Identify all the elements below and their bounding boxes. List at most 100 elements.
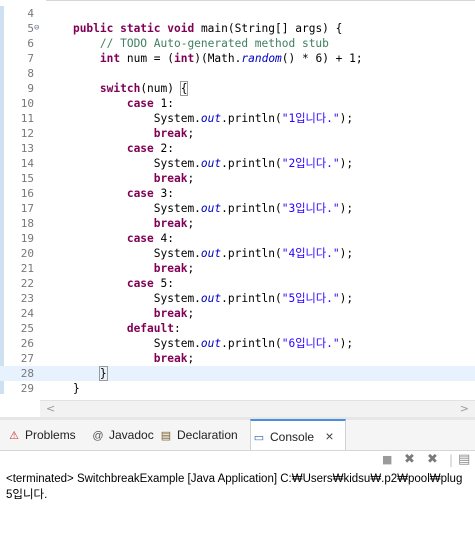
code-token: case bbox=[126, 187, 154, 200]
editor-top-border bbox=[46, 0, 475, 5]
code-token: out bbox=[200, 247, 222, 260]
line-number: 22 bbox=[20, 277, 34, 290]
code-line[interactable]: 15 break; bbox=[0, 171, 475, 186]
code-line[interactable]: 16 case 3: bbox=[0, 186, 475, 201]
code-token: ; bbox=[187, 262, 195, 275]
code-line[interactable]: 4 bbox=[0, 6, 475, 21]
code-token: } bbox=[46, 382, 80, 395]
clear-console-icon[interactable]: ▤ bbox=[458, 451, 470, 469]
code-line[interactable]: 23 System.out.println("5입니다."); bbox=[0, 291, 475, 306]
code-line[interactable]: 6 // TODO Auto-generated method stub bbox=[0, 36, 475, 51]
code-line[interactable]: 10 case 1: bbox=[0, 96, 475, 111]
code-line[interactable]: 29 } bbox=[0, 381, 475, 396]
code-token: (num) bbox=[140, 82, 181, 95]
code-line[interactable]: 21 break; bbox=[0, 261, 475, 276]
remove-all-terminated-icon[interactable]: ✖ bbox=[427, 451, 438, 469]
code-line[interactable]: 5 ⊖ public static void main(String[] args… bbox=[0, 21, 475, 36]
code-token: break bbox=[153, 262, 188, 275]
code-token: () * 6) + 1; bbox=[281, 52, 363, 65]
line-number: 25 bbox=[20, 322, 34, 335]
line-number: 7 bbox=[27, 52, 34, 65]
scroll-right-icon[interactable]: > bbox=[460, 401, 469, 417]
line-number: 10 bbox=[20, 97, 34, 110]
tab-label: Javadoc bbox=[109, 428, 154, 442]
code-line[interactable]: 19 case 4: bbox=[0, 231, 475, 246]
code-text: System.out.println("5입니다."); bbox=[46, 291, 353, 306]
line-number: 28 bbox=[20, 367, 34, 380]
code-token: "5입니다." bbox=[281, 292, 340, 305]
code-text: case 3: bbox=[46, 186, 174, 201]
tab-javadoc[interactable]: @ Javadoc bbox=[90, 420, 156, 450]
code-text: case 2: bbox=[46, 141, 174, 156]
code-token: System. bbox=[46, 157, 201, 170]
code-token: .println( bbox=[221, 202, 282, 215]
code-token: break bbox=[153, 172, 188, 185]
fold-collapse-icon[interactable]: ⊖ bbox=[34, 21, 39, 36]
code-line[interactable]: 9 switch(num) { bbox=[0, 81, 475, 96]
code-line[interactable]: 24 break; bbox=[0, 306, 475, 321]
bottom-panel-tabs: ⚠ Problems @ Javadoc ▤ Declaration ▭ Console… bbox=[0, 419, 475, 451]
code-line[interactable]: 8 bbox=[0, 66, 475, 81]
code-token: break bbox=[153, 217, 188, 230]
code-token: // TODO Auto-generated method stub bbox=[99, 37, 329, 50]
toolbar-separator: | bbox=[449, 453, 454, 467]
tab-problems[interactable]: ⚠ Problems bbox=[6, 420, 86, 450]
code-line[interactable]: 13 case 2: bbox=[0, 141, 475, 156]
code-token: default bbox=[126, 322, 174, 335]
code-token: 4: bbox=[153, 232, 174, 245]
code-line[interactable]: 14 System.out.println("2입니다."); bbox=[0, 156, 475, 171]
code-line[interactable]: 26 System.out.println("6입니다."); bbox=[0, 336, 475, 351]
code-line[interactable]: 25 default: bbox=[0, 321, 475, 336]
console-toolbar: ■ ✖ ✖ | ▤ bbox=[0, 451, 475, 469]
line-number: 15 bbox=[20, 172, 34, 185]
code-line[interactable]: 20 System.out.println("4입니다."); bbox=[0, 246, 475, 261]
code-token: 2: bbox=[153, 142, 174, 155]
terminate-icon[interactable]: ■ bbox=[382, 451, 392, 469]
code-token: ; bbox=[187, 352, 195, 365]
horizontal-scrollbar[interactable]: < > bbox=[40, 400, 475, 417]
console-output[interactable]: <terminated> SwitchbreakExample [Java Ap… bbox=[0, 469, 475, 555]
code-token: main(String[] args) { bbox=[194, 22, 343, 35]
line-number: 19 bbox=[20, 232, 34, 245]
code-line[interactable]: 22 case 5: bbox=[0, 276, 475, 291]
line-number: 24 bbox=[20, 307, 34, 320]
code-token: ; bbox=[187, 217, 195, 230]
at-icon: @ bbox=[92, 430, 104, 442]
code-text: System.out.println("6입니다."); bbox=[46, 336, 353, 351]
code-token: "6입니다." bbox=[281, 337, 340, 350]
line-number: 16 bbox=[20, 187, 34, 200]
code-line[interactable]: 17 System.out.println("3입니다."); bbox=[0, 201, 475, 216]
code-text: case 5: bbox=[46, 276, 174, 291]
close-icon[interactable]: × bbox=[325, 428, 333, 444]
line-number: 12 bbox=[20, 127, 34, 140]
tab-declaration[interactable]: ▤ Declaration bbox=[158, 420, 248, 450]
remove-launch-icon[interactable]: ✖ bbox=[404, 451, 415, 469]
code-editor[interactable]: 4 5 ⊖ public static void main(String[] arg… bbox=[0, 0, 475, 400]
code-text: System.out.println("3입니다."); bbox=[46, 201, 353, 216]
code-token: break bbox=[153, 352, 188, 365]
current-code-line[interactable]: 28 } bbox=[0, 366, 475, 381]
code-token: out bbox=[200, 112, 222, 125]
code-line[interactable]: 12 break; bbox=[0, 126, 475, 141]
code-line[interactable]: 7 int num = (int)(Math.random() * 6) + 1… bbox=[0, 51, 475, 66]
scroll-left-icon[interactable]: < bbox=[46, 401, 55, 417]
code-line[interactable]: 18 break; bbox=[0, 216, 475, 231]
code-token: int bbox=[99, 52, 121, 65]
code-line[interactable]: 27 break; bbox=[0, 351, 475, 366]
code-text: // TODO Auto-generated method stub bbox=[46, 36, 329, 51]
code-token: ); bbox=[339, 337, 354, 350]
tab-console[interactable]: ▭ Console × bbox=[250, 419, 346, 450]
console-icon: ▭ bbox=[253, 432, 265, 444]
line-number: 13 bbox=[20, 142, 34, 155]
code-token: 3: bbox=[153, 187, 174, 200]
code-line[interactable]: 11 System.out.println("1입니다."); bbox=[0, 111, 475, 126]
matching-bracket: { bbox=[179, 81, 189, 96]
